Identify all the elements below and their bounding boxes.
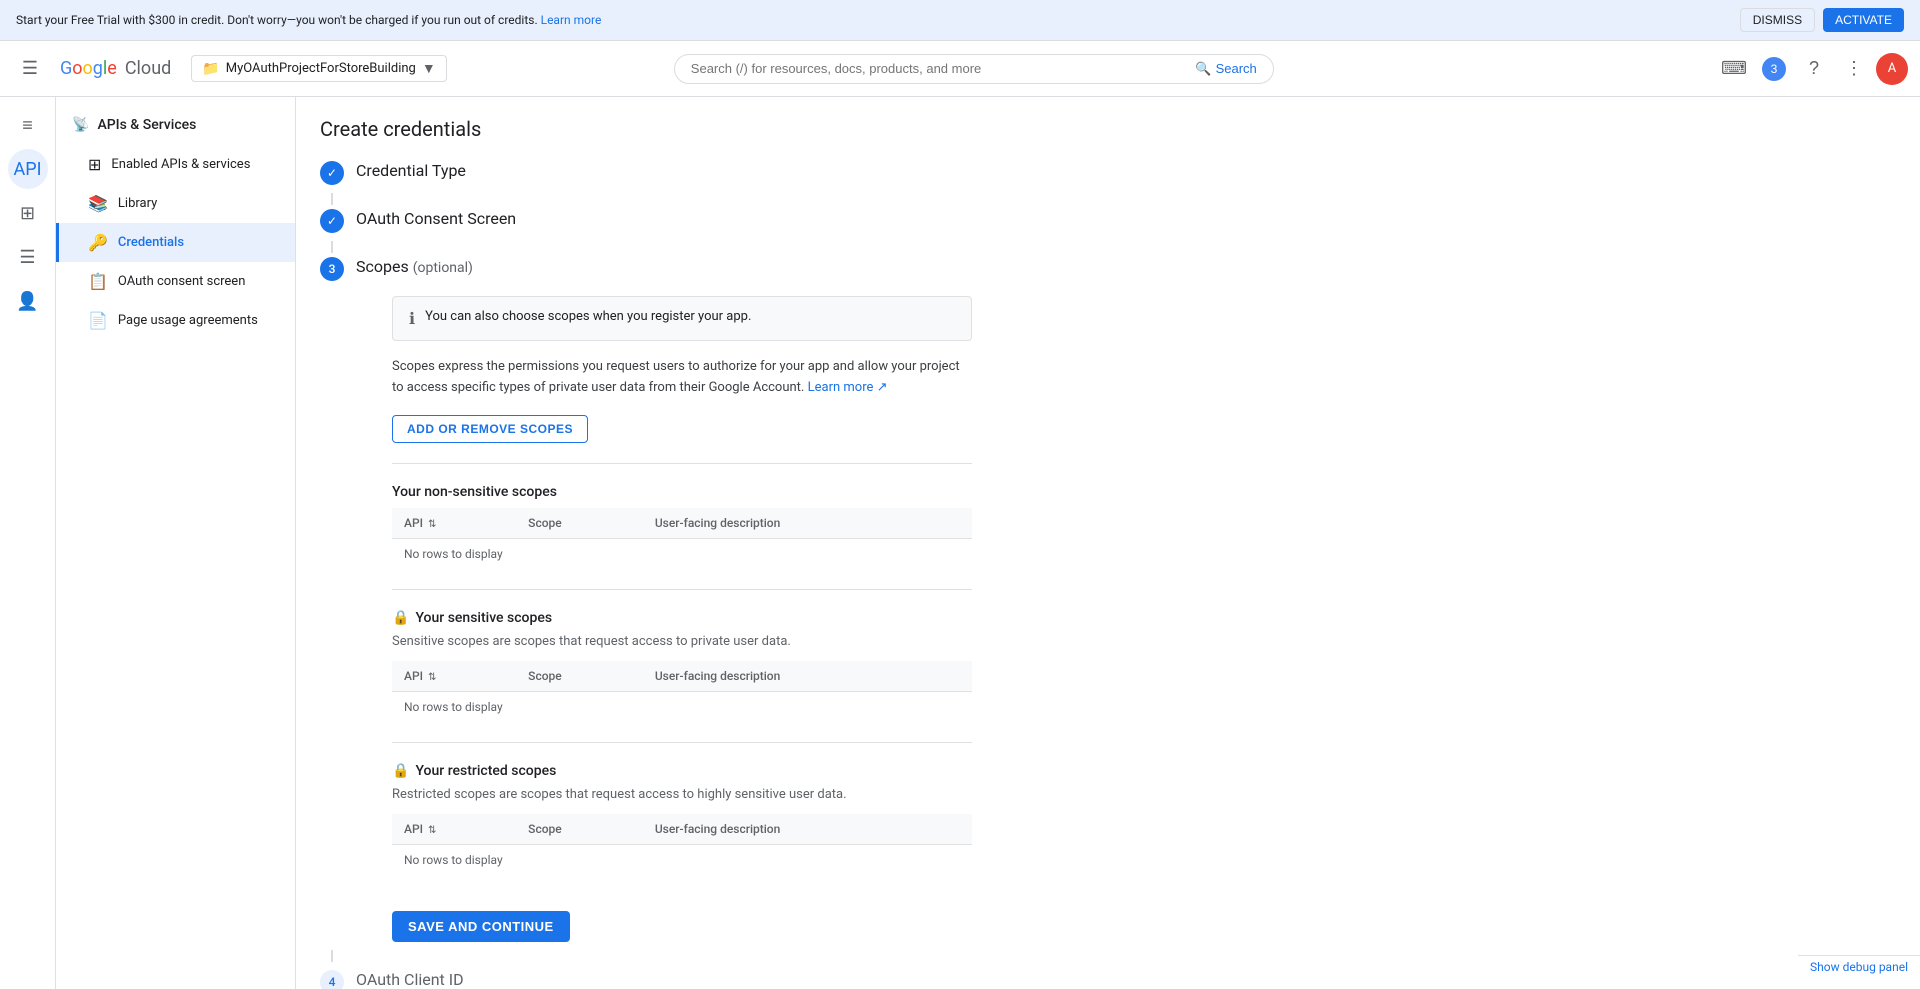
optional-label: (optional) [413,260,473,276]
add-scopes-button[interactable]: ADD OR REMOVE SCOPES [392,415,588,443]
non-sensitive-scopes-section: Your non-sensitive scopes API ⇅ [392,484,972,569]
api-label: API [14,159,42,180]
restricted-no-rows: No rows to display [392,845,972,875]
col-api: API ⇅ [392,508,516,539]
activate-button[interactable]: ACTIVATE [1823,8,1904,32]
sidebar-item-page-usage[interactable]: 📄 Page usage agreements [56,301,295,340]
col-user-facing: User-facing description [643,508,972,539]
step-2-label: OAuth Consent Screen [356,205,516,232]
step-4: 4 OAuth Client ID [320,966,972,989]
col-user-facing-s: User-facing description [643,661,972,692]
lock-icon-restricted: 🔒 [392,763,409,779]
left-rail: ≡ API ⊞ ☰ 👤 [0,97,56,989]
header-actions: ⌨ 3 ? ⋮ A [1716,51,1908,87]
page-usage-icon: 📄 [88,311,108,330]
rail-grid[interactable]: ⊞ [8,193,48,233]
more-options-icon[interactable]: ⋮ [1836,51,1872,87]
project-selector[interactable]: 📁 MyOAuthProjectForStoreBuilding ▼ [191,55,446,82]
step-3-indicator: 3 [320,257,344,281]
rail-person[interactable]: 👤 [8,281,48,321]
rail-api[interactable]: API [8,149,48,189]
sensitive-title: 🔒 Your sensitive scopes [392,610,972,626]
project-name: MyOAuthProjectForStoreBuilding [226,61,416,76]
sidebar-item-oauth-consent[interactable]: 📋 OAuth consent screen [56,262,295,301]
restricted-scopes-section: 🔒 Your restricted scopes Restricted scop… [392,763,972,875]
sidebar-title: 📡 APIs & Services [56,109,295,145]
sidebar-item-enabled-apis[interactable]: ⊞ Enabled APIs & services [56,145,295,184]
col-scope-s: Scope [516,661,643,692]
library-icon: 📚 [88,194,108,213]
non-sensitive-no-rows: No rows to display [392,539,972,569]
col-scope-r: Scope [516,814,643,845]
step-1-label: Credential Type [356,157,466,184]
debug-panel[interactable]: Show debug panel [1798,955,1920,978]
notification-bell[interactable]: 3 [1756,51,1792,87]
google-cloud-logo: Google Cloud [60,58,171,79]
enabled-apis-icon: ⊞ [88,155,101,174]
step-1: ✓ Credential Type [320,157,972,185]
step-2-connector [331,241,333,253]
avatar[interactable]: A [1876,53,1908,85]
step-3: 3 Scopes (optional) ℹ You can also choos… [320,253,972,942]
step-1-connector [331,193,333,205]
non-sensitive-table: API ⇅ Scope User-facing description [392,508,972,539]
step-3-label: Scopes (optional) [356,253,972,280]
rail-list[interactable]: ☰ [8,237,48,277]
sensitive-scopes-section: 🔒 Your sensitive scopes Sensitive scopes… [392,610,972,722]
credentials-icon: 🔑 [88,233,108,252]
sensitive-table: API ⇅ Scope User-facing description [392,661,972,692]
banner-text: Start your Free Trial with $300 in credi… [16,13,601,27]
chevron-down-icon: ▼ [422,60,436,77]
search-button[interactable]: 🔍 Search [1195,61,1256,77]
col-user-facing-r: User-facing description [643,814,972,845]
terminal-icon[interactable]: ⌨ [1716,51,1752,87]
restricted-subtitle: Restricted scopes are scopes that reques… [392,787,972,802]
sidebar: 📡 APIs & Services ⊞ Enabled APIs & servi… [56,97,296,989]
top-banner: Start your Free Trial with $300 in credi… [0,0,1920,41]
non-sensitive-title: Your non-sensitive scopes [392,484,972,500]
notification-count: 3 [1762,57,1786,81]
api-services-icon: 📡 [72,117,89,133]
step-2: ✓ OAuth Consent Screen [320,205,972,233]
info-box: ℹ You can also choose scopes when you re… [392,296,972,341]
dismiss-button[interactable]: DISMISS [1740,8,1815,32]
search-input[interactable] [691,61,1188,76]
folder-icon: 📁 [202,61,219,77]
col-api-r: API ⇅ [392,814,516,845]
search-bar: 🔍 Search [674,54,1274,84]
col-api-s: API ⇅ [392,661,516,692]
lock-icon-sensitive: 🔒 [392,610,409,626]
sidebar-item-library[interactable]: 📚 Library [56,184,295,223]
restricted-title: 🔒 Your restricted scopes [392,763,972,779]
scopes-description: Scopes express the permissions you reque… [392,357,972,399]
header: ☰ Google Cloud 📁 MyOAuthProjectForStoreB… [0,41,1920,97]
wizard-container: ✓ Credential Type ✓ OAuth Consent Screen… [296,157,996,989]
menu-icon[interactable]: ☰ [12,51,48,87]
step-4-indicator: 4 [320,970,344,989]
restricted-table: API ⇅ Scope User-facing description [392,814,972,845]
search-icon: 🔍 [1195,61,1211,77]
step-1-indicator: ✓ [320,161,344,185]
step-4-label: OAuth Client ID [356,966,464,989]
learn-more-scopes-link[interactable]: Learn more ↗ [808,380,888,395]
rail-home[interactable]: ≡ [8,105,48,145]
sort-api-restricted-icon[interactable]: ⇅ [428,825,436,836]
oauth-icon: 📋 [88,272,108,291]
sidebar-item-credentials[interactable]: 🔑 Credentials [56,223,295,262]
sort-api-icon[interactable]: ⇅ [428,519,436,530]
scopes-section: ℹ You can also choose scopes when you re… [392,296,972,942]
sensitive-subtitle: Sensitive scopes are scopes that request… [392,634,972,649]
page-title: Create credentials [296,97,1920,157]
learn-more-link[interactable]: Learn more [541,13,602,27]
main-content: Create credentials ✓ Credential Type ✓ O… [296,97,1920,989]
sensitive-no-rows: No rows to display [392,692,972,722]
step-3-connector [331,950,333,962]
app-body: ≡ API ⊞ ☰ 👤 📡 APIs & Services ⊞ Enabled … [0,97,1920,989]
sort-api-sensitive-icon[interactable]: ⇅ [428,672,436,683]
step-2-indicator: ✓ [320,209,344,233]
help-icon[interactable]: ? [1796,51,1832,87]
col-scope: Scope [516,508,643,539]
save-continue-button[interactable]: SAVE AND CONTINUE [392,911,570,942]
info-icon: ℹ [409,309,415,328]
